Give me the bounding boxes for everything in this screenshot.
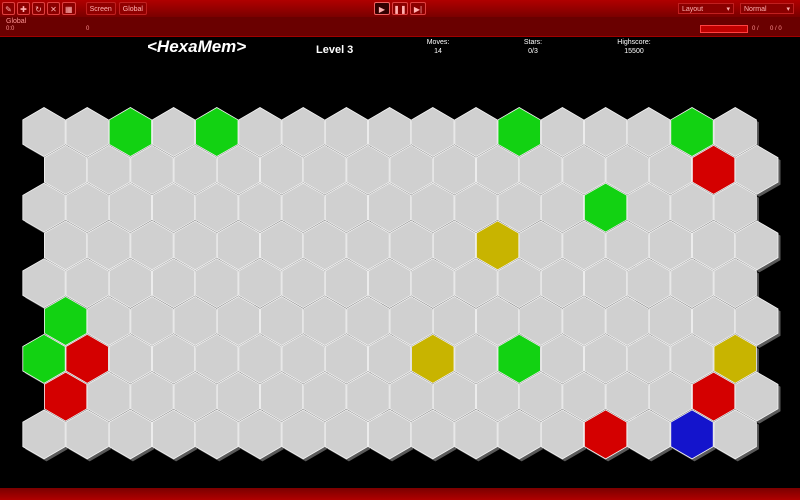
bottom-bar [0,488,800,500]
hex-board [22,107,781,462]
